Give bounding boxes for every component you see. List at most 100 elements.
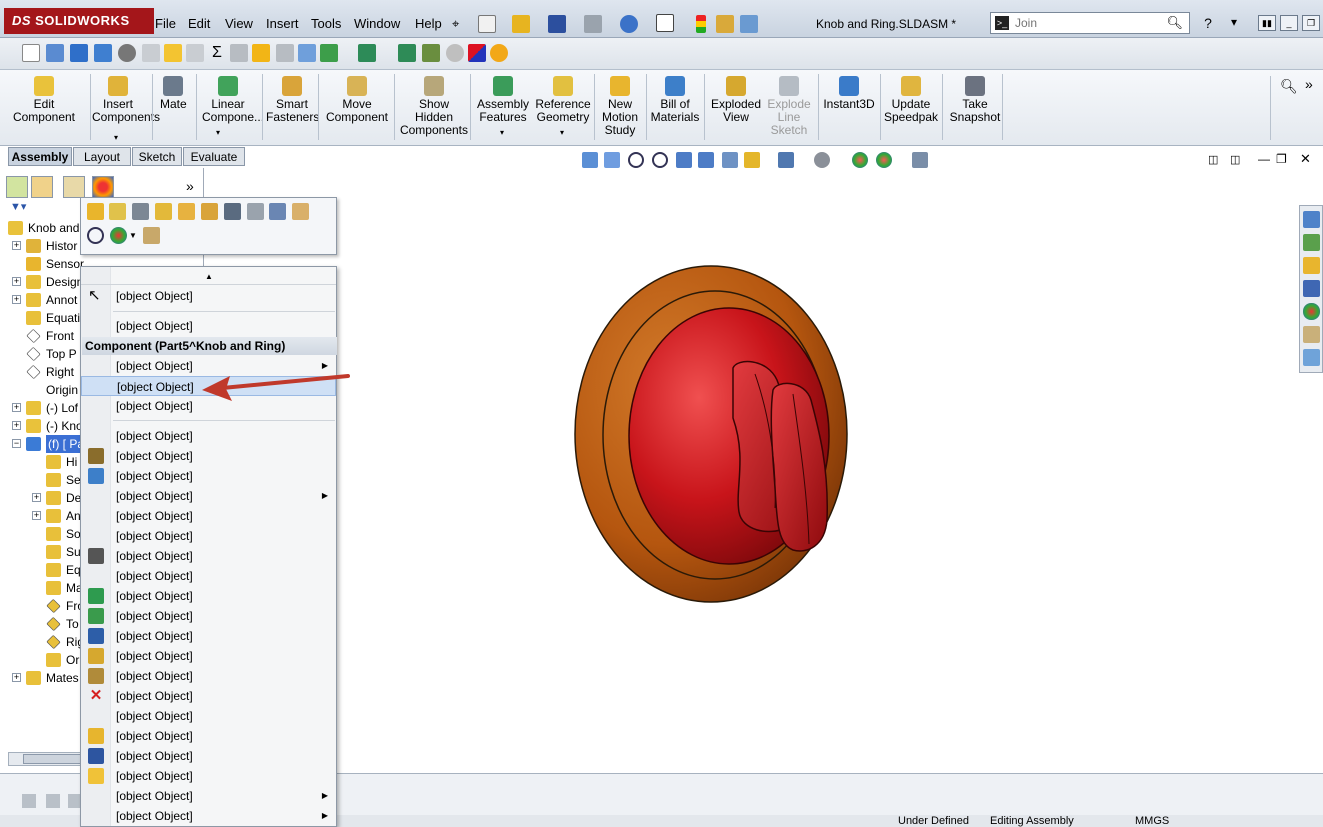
menu-item-add-to-new-folder[interactable]: [object Object] <box>81 766 336 786</box>
graphics-area[interactable] <box>337 168 1299 773</box>
help-dropdown-icon[interactable]: ▾ <box>1225 15 1243 33</box>
view-mates-icon[interactable] <box>224 203 241 220</box>
scrollbar-thumb[interactable] <box>23 754 83 764</box>
menu-item-save-selection[interactable]: [object Object] <box>81 746 336 766</box>
dropdown-arrow-icon[interactable]: ▾ <box>114 133 118 142</box>
undo-icon[interactable] <box>620 15 638 33</box>
menu-item-replace-mate-entities[interactable]: [object Object] <box>81 546 336 566</box>
interference-icon[interactable] <box>230 44 248 62</box>
menu-item-parent-child[interactable]: [object Object] <box>81 706 336 726</box>
viewport-close-icon[interactable]: ✕ <box>1300 151 1311 167</box>
filter-icon[interactable]: ▼▾ <box>10 200 36 214</box>
photoview-icon[interactable] <box>490 44 508 62</box>
menu-item-component-display[interactable]: [object Object] ▶ <box>81 486 336 506</box>
motion-study-button[interactable]: New Motion Study <box>598 76 642 137</box>
dropdown-arrow-icon[interactable]: ▾ <box>216 128 220 137</box>
check-sketch-icon[interactable] <box>186 44 204 62</box>
costing-icon[interactable] <box>422 44 440 62</box>
section-plane-icon[interactable] <box>722 152 738 168</box>
configuration-icon[interactable] <box>143 227 160 244</box>
appearance-manager-tab-icon[interactable] <box>92 176 114 198</box>
solidworks-resources-icon[interactable] <box>1303 211 1320 228</box>
forum-icon[interactable] <box>1303 349 1320 366</box>
dropdown-arrow-icon[interactable]: ▾ <box>560 128 564 137</box>
zoom-to-area-icon[interactable] <box>652 152 668 168</box>
menu-item-reload[interactable]: [object Object] <box>81 586 336 606</box>
menu-item-material[interactable]: [object Object] ▶ <box>81 806 336 826</box>
viewport-tile-icon[interactable]: ◫ <box>1208 153 1218 166</box>
assembly-features-button[interactable]: Assembly Features <box>474 76 532 124</box>
menu-item-add-edit-mates[interactable]: [object Object] <box>81 526 336 546</box>
expand-toggle-icon[interactable]: + <box>12 277 21 286</box>
mass-properties-icon[interactable] <box>94 44 112 62</box>
menu-item-configure-component[interactable]: [object Object] <box>81 446 336 466</box>
search-commands-icon[interactable]: 🔍︎ <box>1280 78 1298 95</box>
simulation-icon[interactable] <box>358 44 376 62</box>
statistics-icon[interactable] <box>118 44 136 62</box>
open-folder-icon[interactable] <box>512 15 530 33</box>
menu-item-delete[interactable]: ✕ [object Object] <box>81 686 336 706</box>
viewport-minimize-icon[interactable]: — <box>1258 152 1270 166</box>
sigma-equations-icon[interactable]: Σ <box>208 44 226 62</box>
solidworks-logo[interactable]: DS SOLIDWORKS <box>4 8 154 34</box>
menu-item-add-to-library[interactable]: [object Object] <box>81 466 336 486</box>
appearance-icon[interactable] <box>852 152 868 168</box>
menu-insert[interactable]: Insert <box>266 16 299 31</box>
tab-assembly[interactable]: Assembly <box>8 147 72 166</box>
open-part-icon[interactable] <box>87 203 104 220</box>
menu-item-isolate[interactable]: [object Object] <box>81 426 336 446</box>
speedpak-button[interactable]: Update Speedpak <box>882 76 940 124</box>
appearance-icon[interactable] <box>110 227 127 244</box>
pin-menu-icon[interactable]: ⌖ <box>452 16 459 32</box>
menu-item-add-to-favorites[interactable]: [object Object] <box>81 726 336 746</box>
status-units[interactable]: MMGS <box>1135 815 1169 827</box>
view-settings-display-icon[interactable] <box>912 152 928 168</box>
compare-icon[interactable] <box>320 44 338 62</box>
expand-toggle-icon[interactable]: + <box>32 493 41 502</box>
menu-item-comment[interactable]: [object Object] ▶ <box>81 786 336 806</box>
menu-item-replace-components[interactable]: [object Object] <box>81 606 336 626</box>
spell-check-icon[interactable] <box>22 44 40 62</box>
viewport-restore-icon[interactable]: ❐ <box>1276 152 1287 166</box>
edit-component-button[interactable]: Edit Component <box>8 76 80 124</box>
tools-icon[interactable] <box>46 44 64 62</box>
expand-toggle-icon[interactable]: + <box>12 241 21 250</box>
viewport-split-icon[interactable]: ◫ <box>1230 153 1240 166</box>
change-suppression-icon[interactable] <box>178 203 195 220</box>
menu-item-form-new-subassembly[interactable]: [object Object] <box>81 566 336 586</box>
component-properties-icon[interactable] <box>201 203 218 220</box>
smart-fasteners-button[interactable]: Smart Fasteners <box>266 76 319 124</box>
exploded-view-button[interactable]: Exploded View <box>706 76 766 124</box>
design-library-icon[interactable] <box>1303 234 1320 251</box>
hide-show-items-icon[interactable] <box>814 152 830 168</box>
move-with-triad-icon[interactable] <box>269 203 286 220</box>
expand-toggle-icon[interactable]: + <box>12 403 21 412</box>
motion-study-icon[interactable] <box>22 794 36 808</box>
menu-item-add-configuration[interactable]: [object Object] <box>81 666 336 686</box>
tab-evaluate[interactable]: Evaluate <box>183 147 245 166</box>
reference-geometry-button[interactable]: Reference Geometry <box>534 76 592 124</box>
options-icon[interactable] <box>740 15 758 33</box>
dimxpert-icon[interactable] <box>468 44 486 62</box>
expand-toggle-icon[interactable]: + <box>12 295 21 304</box>
dynamic-annotation-icon[interactable] <box>698 152 714 168</box>
search-box[interactable]: >_ 🔍︎ <box>990 12 1190 34</box>
hide-components-icon[interactable] <box>132 203 149 220</box>
restore-button[interactable]: ❐ <box>1302 15 1320 31</box>
menu-edit[interactable]: Edit <box>188 16 210 31</box>
menu-tools[interactable]: Tools <box>311 16 341 31</box>
expand-chevron-icon[interactable]: » <box>1305 76 1313 92</box>
file-explorer-icon[interactable] <box>1303 257 1320 274</box>
knob-and-ring-model[interactable] <box>337 168 1299 773</box>
insert-components-button[interactable]: Insert Components <box>92 76 160 124</box>
search-icon[interactable]: 🔍︎ <box>1166 15 1183 31</box>
warning-icon[interactable] <box>252 44 270 62</box>
menu-item-copy-with-mates[interactable]: [object Object] <box>81 646 336 666</box>
explode-line-button[interactable]: Explode Line Sketch <box>765 76 813 137</box>
view-settings-icon[interactable] <box>744 152 760 168</box>
mate-icon[interactable] <box>247 203 264 220</box>
instant3d-button[interactable]: Instant3D <box>822 76 876 111</box>
show-hidden-button[interactable]: Show Hidden Components <box>398 76 470 137</box>
expand-toggle-icon[interactable]: + <box>12 421 21 430</box>
featuremanager-tab-icon[interactable] <box>6 176 28 198</box>
